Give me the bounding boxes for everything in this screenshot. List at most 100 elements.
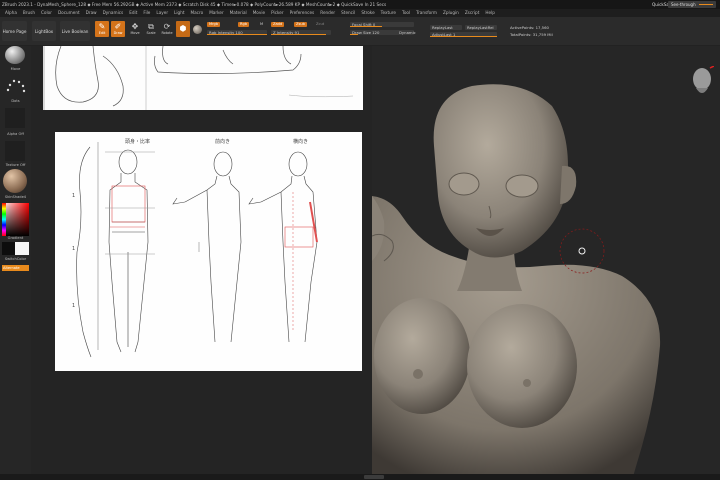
stroke-label: Dots	[11, 99, 20, 103]
draw-size-fill	[350, 34, 358, 35]
draw-button[interactable]: ✐ Draw	[111, 21, 125, 37]
color-picker[interactable]	[2, 203, 29, 236]
focal-shift-slider[interactable]: Focal Shift 0	[350, 22, 414, 27]
edit-pencil-icon: ✎	[98, 22, 106, 31]
live-boolean-button[interactable]: Live Boolean	[60, 21, 90, 41]
move-button[interactable]: ✥ Move	[128, 21, 142, 37]
menu-brush[interactable]: Brush	[20, 9, 38, 17]
scale-mark-1: 1	[72, 193, 75, 199]
menu-light[interactable]: Light	[171, 9, 187, 17]
m-toggle[interactable]: M	[258, 22, 265, 27]
scale-button[interactable]: ⧉ Scale	[144, 21, 158, 37]
menu-file[interactable]: File	[140, 9, 153, 17]
menu-draw[interactable]: Draw	[83, 9, 100, 17]
menu-zscript[interactable]: Zscript	[462, 9, 483, 17]
replay-last-button[interactable]: ReplayLast	[430, 25, 462, 30]
home-page-button[interactable]: Home Page	[2, 21, 27, 41]
zadd-toggle[interactable]: Zadd	[271, 22, 285, 27]
rotate-label: Rotate	[161, 31, 173, 35]
adjust-last-fill	[430, 36, 497, 37]
menu-render[interactable]: Render	[317, 9, 338, 17]
bottom-shelf-grip[interactable]	[364, 475, 384, 479]
rgb-toggle[interactable]: Rgb	[238, 22, 250, 27]
reference-label-side: 横向き	[293, 138, 308, 145]
alpha-thumbnail[interactable]	[5, 108, 25, 128]
menu-preferences[interactable]: Preferences	[287, 9, 318, 17]
menu-color[interactable]: Color	[38, 9, 55, 17]
sculpt-viewport[interactable]	[372, 46, 720, 480]
reference-top-sheet	[43, 45, 363, 110]
window-title: ZBrush 2023.1 - DynaMesh_Sphere_128 ◆ Fr…	[2, 2, 387, 7]
menu-material[interactable]: Material	[227, 9, 250, 17]
menu-stencil[interactable]: Stencil	[338, 9, 358, 17]
menu-marker[interactable]: Marker	[206, 9, 226, 17]
menu-bar: Alpha Brush Color Document Draw Dynamics…	[0, 9, 720, 17]
menu-zplugin[interactable]: Zplugin	[440, 9, 462, 17]
secondary-color-swatch[interactable]	[15, 242, 29, 255]
left-tray: Move Dots Alpha Off Texture Off SkinShad…	[0, 46, 31, 480]
menu-layer[interactable]: Layer	[153, 9, 171, 17]
material-label: SkinShade4	[4, 195, 27, 199]
texture-thumbnail[interactable]	[5, 141, 25, 161]
head-thumbnail-icon[interactable]	[690, 66, 714, 98]
menu-help[interactable]: Help	[482, 9, 498, 17]
sculpt-model	[372, 84, 661, 480]
menu-transform[interactable]: Transform	[413, 9, 440, 17]
alternate-button[interactable]: Alternate	[2, 265, 29, 271]
reference-figure-drawing: 頭身・比率 前向き 横向き 1 1 1	[72, 138, 318, 358]
menu-alpha[interactable]: Alpha	[2, 9, 20, 17]
focal-shift-fill	[350, 26, 382, 27]
texture-label: Texture Off	[5, 163, 26, 167]
zcut-toggle[interactable]: Zcut	[314, 22, 326, 27]
replay-last-rel-button[interactable]: ReplayLastRel	[465, 25, 497, 30]
see-through-slider[interactable]: See-through	[668, 1, 716, 8]
top-shelf: Home Page LightBox Live Boolean ✎ Edit ✐…	[0, 17, 720, 46]
mrgb-toggle[interactable]: Mrgb	[207, 22, 221, 27]
brush-thumbnail-icon[interactable]	[5, 46, 25, 64]
total-points-readout: TotalPoints: 31,759 Mil	[510, 32, 553, 37]
brush-mode-button[interactable]: ⬢	[176, 21, 190, 37]
menu-texture[interactable]: Texture	[378, 9, 399, 17]
alpha-label: Alpha Off	[7, 132, 24, 136]
brush-label: Move	[10, 67, 21, 71]
rotate-button[interactable]: ⟳ Rotate	[160, 21, 174, 37]
see-through-fill	[699, 4, 713, 5]
menu-document[interactable]: Document	[55, 9, 83, 17]
menu-picker[interactable]: Picker	[268, 9, 286, 17]
reference-sheet: 頭身・比率 前向き 横向き 1 1 1	[55, 132, 362, 371]
menu-edit[interactable]: Edit	[126, 9, 140, 17]
title-bar: ZBrush 2023.1 - DynaMesh_Sphere_128 ◆ Fr…	[0, 0, 720, 9]
bottom-shelf	[0, 474, 720, 480]
zsub-toggle[interactable]: Zsub	[294, 22, 307, 27]
adjust-last-slider[interactable]: AdjustLast 1	[430, 32, 497, 37]
gradient-label: Gradient	[7, 236, 24, 240]
main-color-swatch[interactable]	[2, 242, 15, 255]
scale-label: Scale	[146, 31, 156, 35]
z-intensity-fill	[271, 34, 326, 35]
switch-color-button[interactable]: SwitchColor	[0, 257, 31, 261]
lightbox-button[interactable]: LightBox	[32, 21, 56, 41]
menu-movie[interactable]: Movie	[250, 9, 268, 17]
menu-stroke[interactable]: Stroke	[358, 9, 377, 17]
rgb-intensity-slider[interactable]: Rgb Intensity 100	[207, 30, 267, 35]
menu-tool[interactable]: Tool	[399, 9, 413, 17]
scale-box-icon: ⧉	[148, 22, 154, 31]
edit-button[interactable]: ✎ Edit	[95, 21, 109, 37]
scale-mark-2: 1	[72, 246, 75, 252]
brush-mode-icon: ⬢	[179, 24, 187, 33]
stroke-dots-icon[interactable]	[4, 76, 28, 96]
z-intensity-slider[interactable]: Z Intensity 91	[271, 30, 331, 35]
zbrush-app: ZBrush 2023.1 - DynaMesh_Sphere_128 ◆ Fr…	[0, 0, 720, 480]
active-points-readout: ActivePoints: 17,560	[510, 25, 549, 30]
reference-label-proportion: 頭身・比率	[125, 138, 150, 145]
material-thumbnail-icon[interactable]	[3, 169, 27, 193]
material-sphere-icon[interactable]	[193, 25, 202, 34]
menu-macro[interactable]: Macro	[188, 9, 207, 17]
draw-label: Draw	[113, 31, 123, 35]
dynamic-toggle[interactable]: Dynamic	[399, 30, 416, 35]
edit-label: Edit	[98, 31, 106, 35]
menu-dynamics[interactable]: Dynamics	[100, 9, 127, 17]
hue-strip[interactable]	[2, 203, 6, 236]
draw-pen-icon: ✐	[114, 22, 122, 31]
move-arrows-icon: ✥	[131, 22, 139, 31]
